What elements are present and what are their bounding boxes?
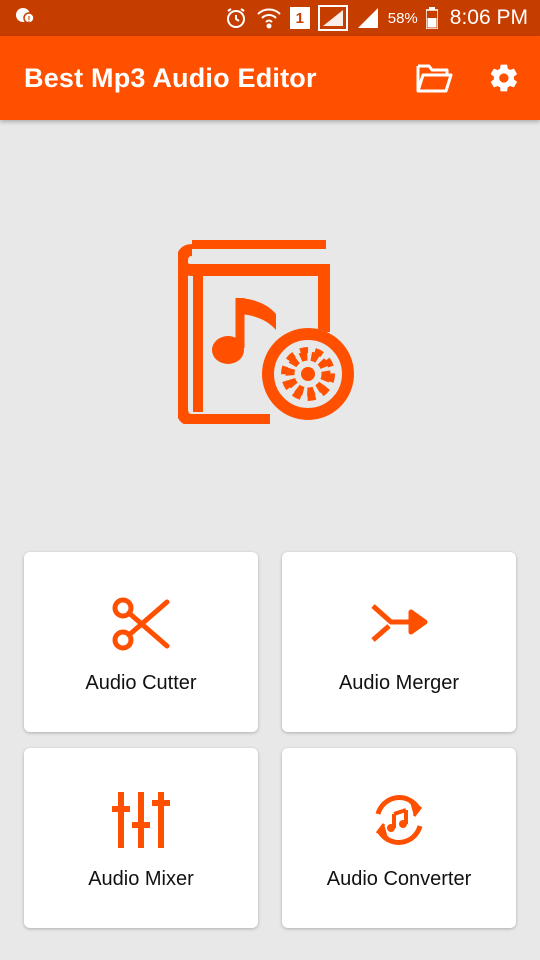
app-title: Best Mp3 Audio Editor: [24, 62, 317, 93]
app-bar: Best Mp3 Audio Editor: [0, 36, 540, 120]
audio-mixer-tile[interactable]: Audio Mixer: [24, 748, 258, 928]
sliders-icon: [24, 792, 258, 848]
signal-icon-2: [356, 6, 380, 30]
alarm-icon: [224, 6, 248, 30]
wifi-icon: [256, 6, 282, 30]
hero-logo: [176, 239, 362, 426]
status-bar: ! 1 58% 8:06 PM: [0, 0, 540, 36]
audio-cutter-tile[interactable]: Audio Cutter: [24, 552, 258, 732]
svg-text:!: !: [28, 15, 31, 24]
tile-label: Audio Merger: [338, 672, 460, 694]
tile-label: Audio Cutter: [85, 672, 197, 694]
tile-label: Audio Mixer: [88, 868, 194, 890]
signal-icon: [317, 5, 348, 31]
merge-arrow-icon: [282, 596, 516, 652]
audio-merger-tile[interactable]: Audio Merger: [282, 552, 516, 732]
open-folder-button[interactable]: [410, 54, 458, 102]
audio-converter-tile[interactable]: Audio Converter: [282, 748, 516, 928]
battery-percent: 58%: [387, 9, 418, 27]
scissors-icon: [24, 596, 258, 652]
notification-icon: !: [14, 5, 36, 32]
tile-label: Audio Converter: [326, 868, 472, 890]
music-book-gear-icon: [176, 239, 354, 426]
status-icons: 1 58% 8:06 PM: [224, 5, 528, 31]
settings-button[interactable]: [480, 54, 528, 102]
gear-icon: [490, 64, 517, 92]
battery-icon: [425, 7, 438, 29]
folder-icon: [416, 64, 453, 93]
clock: 8:06 PM: [449, 6, 528, 29]
music-sync-icon: [282, 792, 516, 848]
sim-slot-indicator: 1: [289, 7, 310, 29]
